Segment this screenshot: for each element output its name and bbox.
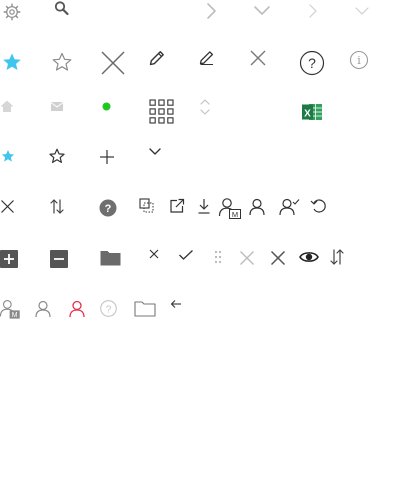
- excel-letter: X: [304, 109, 311, 120]
- user-managed-icon[interactable]: M: [218, 197, 242, 219]
- plus-icon[interactable]: [99, 149, 115, 165]
- check-icon[interactable]: [178, 249, 194, 261]
- help-question-mark: ?: [105, 203, 112, 215]
- close-icon[interactable]: [239, 250, 255, 266]
- pencil-icon[interactable]: [198, 49, 216, 67]
- search-icon[interactable]: [53, 0, 71, 18]
- folder-icon[interactable]: [100, 249, 121, 266]
- external-link-icon[interactable]: [169, 198, 185, 214]
- chevron-right-icon[interactable]: [305, 3, 319, 19]
- help-circle-icon[interactable]: ?: [299, 50, 325, 76]
- download-icon[interactable]: [197, 198, 211, 214]
- info-letter: i: [357, 54, 361, 67]
- swap-vertical-icon[interactable]: [329, 248, 345, 266]
- swap-vertical-icon[interactable]: [49, 198, 65, 215]
- folder-icon[interactable]: [134, 300, 156, 317]
- drag-handle-icon[interactable]: [214, 250, 222, 264]
- managed-badge-letter: M: [12, 312, 18, 319]
- help-circle-icon[interactable]: ?: [100, 300, 117, 317]
- star-filled-icon[interactable]: [2, 52, 22, 72]
- chevron-down-icon[interactable]: [252, 3, 272, 19]
- close-icon[interactable]: [100, 50, 126, 76]
- chevron-right-icon[interactable]: [203, 2, 219, 20]
- pencil-icon[interactable]: [148, 49, 166, 67]
- close-icon[interactable]: [249, 49, 267, 67]
- close-icon[interactable]: [149, 249, 159, 259]
- excel-icon[interactable]: X: [301, 102, 323, 122]
- plus-square-icon[interactable]: [0, 250, 18, 268]
- grid-icon[interactable]: [149, 99, 174, 124]
- star-filled-icon[interactable]: [1, 149, 15, 163]
- star-outline-icon[interactable]: [52, 52, 72, 72]
- sort-vertical-icon[interactable]: [199, 98, 211, 116]
- mail-icon[interactable]: [50, 101, 64, 113]
- status-dot-icon: [102, 102, 111, 111]
- info-circle-icon[interactable]: i: [349, 50, 369, 70]
- eye-icon[interactable]: [299, 250, 319, 264]
- user-icon[interactable]: [68, 300, 86, 318]
- managed-badge-letter: M: [232, 210, 238, 219]
- help-circle-icon[interactable]: ?: [99, 199, 117, 217]
- minus-square-icon[interactable]: [50, 250, 68, 268]
- help-question-mark: ?: [308, 55, 316, 71]
- help-question-mark: ?: [106, 305, 112, 316]
- chevron-down-icon[interactable]: [148, 147, 162, 157]
- select-region-icon[interactable]: [139, 198, 155, 214]
- gear-icon[interactable]: [3, 3, 21, 21]
- arrow-left-icon[interactable]: [170, 299, 182, 309]
- user-icon[interactable]: [248, 198, 266, 216]
- star-outline-icon[interactable]: [49, 148, 65, 164]
- close-icon[interactable]: [0, 199, 15, 214]
- chevron-down-icon[interactable]: [354, 5, 370, 17]
- user-check-icon[interactable]: [279, 198, 301, 216]
- close-icon[interactable]: [270, 250, 286, 266]
- user-managed-icon[interactable]: M: [0, 298, 22, 320]
- home-icon[interactable]: [0, 100, 14, 114]
- undo-icon[interactable]: [310, 198, 328, 214]
- user-icon[interactable]: [34, 300, 52, 318]
